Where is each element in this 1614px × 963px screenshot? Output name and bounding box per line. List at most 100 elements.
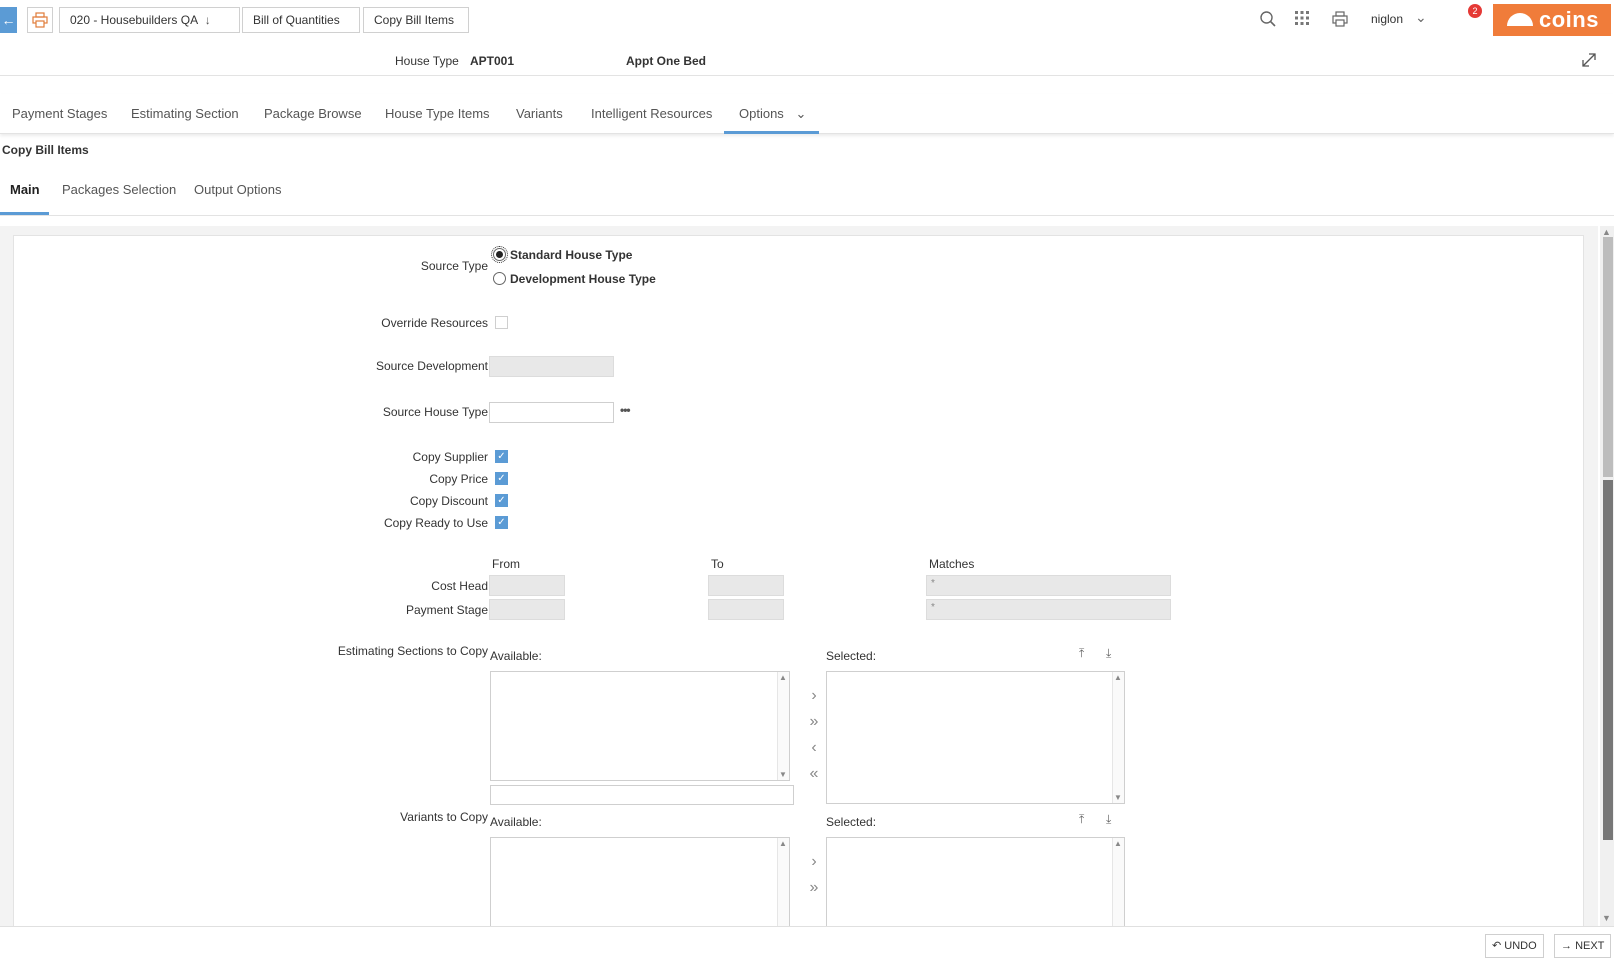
payment-stage-label: Payment Stage bbox=[405, 603, 488, 617]
house-type-label: House Type bbox=[395, 54, 459, 68]
arrow-right-icon: → bbox=[1561, 940, 1572, 952]
override-resources-checkbox[interactable] bbox=[495, 316, 508, 329]
apps-grid-icon[interactable] bbox=[1292, 10, 1312, 30]
es-selected-label: Selected: bbox=[826, 649, 877, 663]
copy-price-label: Copy Price bbox=[429, 472, 488, 486]
source-development-label: Source Development bbox=[375, 359, 488, 373]
breadcrumb-bill-of-quantities[interactable]: Bill of Quantities bbox=[242, 7, 360, 33]
copy-supplier-checkbox[interactable]: ✓ bbox=[495, 450, 508, 463]
source-development-field bbox=[489, 356, 614, 377]
breadcrumb-label: Bill of Quantities bbox=[253, 13, 340, 27]
move-down-icon[interactable]: ⤓ bbox=[1106, 812, 1111, 827]
copy-supplier-label: Copy Supplier bbox=[412, 450, 488, 464]
form-panel: Source Type Standard House Type Developm… bbox=[13, 235, 1584, 947]
active-tab-indicator bbox=[724, 131, 819, 134]
copy-ready-to-use-label: Copy Ready to Use bbox=[383, 516, 488, 530]
next-button[interactable]: → NEXT bbox=[1554, 934, 1612, 958]
move-down-icon[interactable]: ⤓ bbox=[1106, 646, 1111, 661]
estimating-sections-label: Estimating Sections to Copy bbox=[337, 644, 488, 658]
search-icon[interactable] bbox=[1258, 10, 1278, 30]
active-subtab-indicator bbox=[0, 212, 49, 215]
subtab-output-options[interactable]: Output Options bbox=[194, 182, 281, 197]
tab-variants[interactable]: Variants bbox=[516, 106, 563, 121]
tab-house-type-items[interactable]: House Type Items bbox=[385, 106, 490, 121]
section-title: Copy Bill Items bbox=[2, 143, 89, 157]
breadcrumb-copy-bill-items[interactable]: Copy Bill Items bbox=[363, 7, 469, 33]
variants-label: Variants to Copy bbox=[400, 810, 488, 824]
scroll-up-icon[interactable]: ▲ bbox=[1113, 839, 1123, 848]
content-area: Source Type Standard House Type Developm… bbox=[0, 226, 1598, 947]
cost-head-label: Cost Head bbox=[431, 579, 488, 593]
coins-logo: coins bbox=[1493, 4, 1611, 36]
scrollbar[interactable] bbox=[777, 672, 789, 780]
subtab-main[interactable]: Main bbox=[10, 182, 40, 197]
scroll-up-icon[interactable]: ▲ bbox=[778, 673, 788, 682]
var-selected-label: Selected: bbox=[826, 815, 877, 829]
subtab-packages-selection[interactable]: Packages Selection bbox=[62, 182, 176, 197]
breadcrumb-label: 020 - Housebuilders QA bbox=[70, 13, 198, 27]
payment-stage-matches-field: * bbox=[926, 599, 1171, 620]
notification-badge[interactable]: 2 bbox=[1468, 4, 1482, 18]
print-icon[interactable] bbox=[1330, 10, 1350, 30]
move-left-icon[interactable]: ‹ bbox=[805, 739, 823, 757]
copy-price-checkbox[interactable]: ✓ bbox=[495, 472, 508, 485]
scroll-up-icon[interactable]: ▲ bbox=[1113, 673, 1123, 682]
tab-package-browse[interactable]: Package Browse bbox=[264, 106, 362, 121]
page-scrollbar-track[interactable] bbox=[1603, 237, 1613, 477]
scroll-up-icon[interactable]: ▲ bbox=[778, 839, 788, 848]
tab-estimating-section[interactable]: Estimating Section bbox=[131, 106, 239, 121]
payment-stage-from-field bbox=[489, 599, 565, 620]
es-filter-field[interactable] bbox=[490, 785, 794, 805]
move-all-right-icon[interactable]: » bbox=[805, 713, 823, 731]
scroll-down-icon[interactable]: ▼ bbox=[778, 770, 788, 779]
cost-head-from-field bbox=[489, 575, 565, 596]
tab-payment-stages[interactable]: Payment Stages bbox=[12, 106, 107, 121]
expand-icon[interactable] bbox=[1580, 51, 1598, 74]
tab-intelligent-resources[interactable]: Intelligent Resources bbox=[591, 106, 712, 121]
main-tab-strip: Payment Stages Estimating Section Packag… bbox=[0, 94, 1614, 134]
cost-head-to-field bbox=[708, 575, 784, 596]
back-button[interactable]: ← bbox=[0, 7, 17, 33]
scroll-down-icon[interactable]: ▼ bbox=[1113, 793, 1123, 802]
ellipsis-icon[interactable]: ••• bbox=[620, 403, 631, 417]
move-all-right-icon[interactable]: » bbox=[805, 879, 823, 897]
scrollbar[interactable] bbox=[1112, 672, 1124, 803]
tab-options-label: Options bbox=[739, 106, 784, 121]
copy-discount-label: Copy Discount bbox=[409, 494, 488, 508]
es-selected-list[interactable]: ▲ ▼ bbox=[826, 671, 1125, 804]
house-type-description: Appt One Bed bbox=[626, 54, 706, 68]
tab-options[interactable]: Options ⌄ bbox=[739, 106, 806, 122]
chevron-down-icon[interactable]: ⌄ bbox=[1415, 9, 1427, 26]
copy-discount-checkbox[interactable]: ✓ bbox=[495, 494, 508, 507]
arrow-down-icon: ↓ bbox=[204, 13, 211, 27]
radio-standard-house-type[interactable] bbox=[491, 246, 508, 263]
footer-bar: ↶ UNDO → NEXT bbox=[0, 926, 1614, 963]
breadcrumb-label: Copy Bill Items bbox=[374, 13, 455, 27]
move-right-icon[interactable]: › bbox=[805, 853, 823, 871]
house-type-code: APT001 bbox=[470, 54, 515, 68]
breadcrumb-housebuilders[interactable]: 020 - Housebuilders QA ↓ bbox=[59, 7, 240, 33]
copy-ready-to-use-checkbox[interactable]: ✓ bbox=[495, 516, 508, 529]
var-available-label: Available: bbox=[490, 815, 542, 829]
scroll-down-icon[interactable]: ▼ bbox=[1602, 913, 1611, 923]
payment-stage-to-field bbox=[708, 599, 784, 620]
radio-development-house-type-label: Development House Type bbox=[510, 272, 656, 286]
es-available-list[interactable]: ▲ ▼ bbox=[490, 671, 790, 781]
page-scrollbar-thumb[interactable] bbox=[1603, 480, 1613, 840]
logo-text: coins bbox=[1539, 7, 1599, 32]
radio-development-house-type[interactable] bbox=[493, 272, 506, 285]
move-all-left-icon[interactable]: « bbox=[805, 765, 823, 783]
printer-icon bbox=[32, 12, 48, 28]
move-up-icon[interactable]: ⤒ bbox=[1079, 812, 1084, 827]
user-menu-name[interactable]: niglon bbox=[1371, 12, 1403, 26]
source-house-type-field[interactable] bbox=[489, 402, 614, 423]
scroll-up-icon[interactable]: ▲ bbox=[1602, 227, 1611, 237]
es-available-label: Available: bbox=[490, 649, 542, 663]
print-breadcrumb-button[interactable] bbox=[27, 7, 53, 33]
undo-button[interactable]: ↶ UNDO bbox=[1485, 934, 1544, 958]
move-right-icon[interactable]: › bbox=[805, 687, 823, 705]
move-up-icon[interactable]: ⤒ bbox=[1079, 646, 1084, 661]
arrow-left-icon: ← bbox=[1, 12, 16, 28]
source-house-type-label: Source House Type bbox=[382, 405, 488, 419]
top-bar: ← 020 - Housebuilders QA ↓ Bill of Quant… bbox=[0, 0, 1614, 40]
